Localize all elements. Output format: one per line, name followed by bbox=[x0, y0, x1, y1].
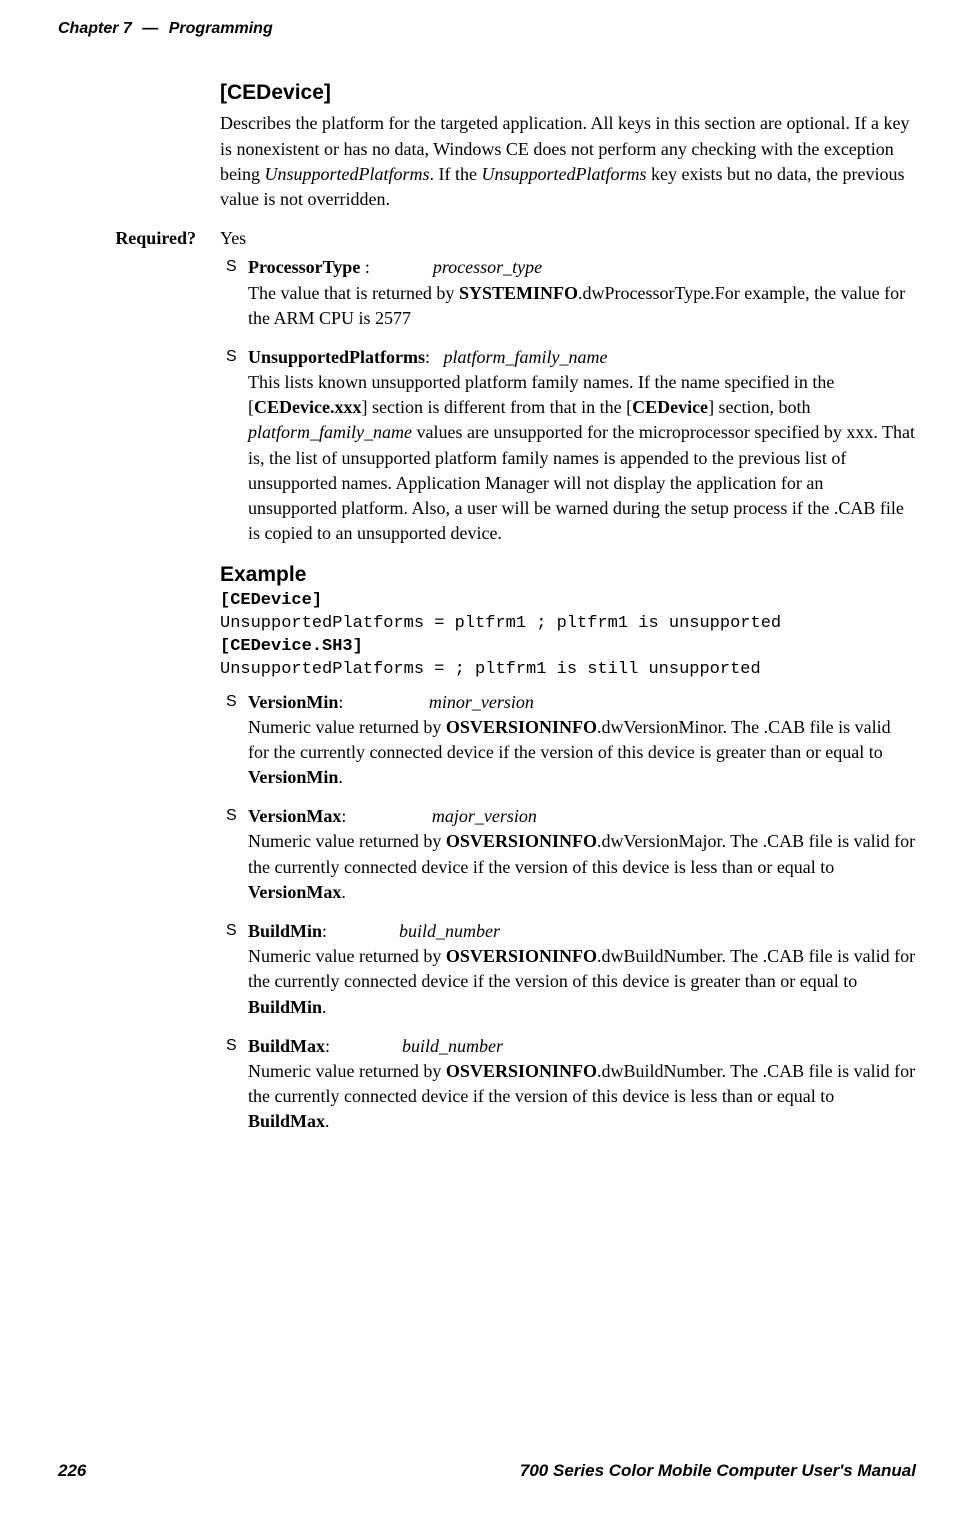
colon: : bbox=[341, 806, 346, 826]
code-line-2: UnsupportedPlatforms = pltfrm1 ; pltfrm1… bbox=[220, 614, 781, 633]
colon: : bbox=[322, 921, 327, 941]
code-line-3: [CEDevice.SH3] bbox=[220, 637, 363, 656]
key-value: build_number bbox=[402, 1036, 503, 1056]
bullet-desc: Numeric value returned by OSVERSIONINFO.… bbox=[248, 717, 891, 787]
bullet-desc: Numeric value returned by OSVERSIONINFO.… bbox=[248, 1061, 915, 1131]
header-sep: — bbox=[142, 20, 158, 37]
bullet-build-max: BuildMax: build_number Numeric value ret… bbox=[220, 1034, 916, 1135]
required-value: Yes bbox=[220, 228, 246, 248]
bullet-unsupported-platforms: UnsupportedPlatforms: platform_family_na… bbox=[220, 345, 916, 547]
bullet-processor-type: ProcessorType : processor_type The value… bbox=[220, 255, 916, 331]
bullet-desc: Numeric value returned by OSVERSIONINFO.… bbox=[248, 831, 915, 901]
bullet-build-min: BuildMin: build_number Numeric value ret… bbox=[220, 919, 916, 1020]
bullet-version-max: VersionMax: major_version Numeric value … bbox=[220, 804, 916, 905]
content-area: [CEDevice] Describes the platform for th… bbox=[58, 78, 916, 1429]
key-name: VersionMax bbox=[248, 806, 341, 826]
required-label: Required? bbox=[115, 228, 196, 248]
bullets-list-2: VersionMin: minor_version Numeric value … bbox=[220, 690, 916, 1135]
bullet-desc: This lists known unsupported platform fa… bbox=[248, 372, 915, 543]
key-value: processor_type bbox=[433, 257, 542, 277]
bullets-list-1: ProcessorType : processor_type The value… bbox=[220, 255, 916, 546]
bullet-desc: Numeric value returned by OSVERSIONINFO.… bbox=[248, 946, 915, 1016]
key-name: BuildMin bbox=[248, 921, 322, 941]
example-title: Example bbox=[220, 560, 916, 589]
header-title: Programming bbox=[169, 20, 273, 37]
manual-title: 700 Series Color Mobile Computer User's … bbox=[520, 1459, 916, 1483]
page-header: Chapter 7 — Programming bbox=[58, 18, 273, 40]
key-value: major_version bbox=[432, 806, 537, 826]
key-value: build_number bbox=[399, 921, 500, 941]
bullet-version-min: VersionMin: minor_version Numeric value … bbox=[220, 690, 916, 791]
colon: : bbox=[360, 257, 370, 277]
colon: : bbox=[325, 1036, 330, 1056]
bullet-desc: The value that is returned by SYSTEMINFO… bbox=[248, 283, 905, 328]
key-name: BuildMax bbox=[248, 1036, 325, 1056]
section-body: Describes the platform for the targeted … bbox=[220, 111, 916, 212]
key-name: UnsupportedPlatforms bbox=[248, 347, 425, 367]
page-number: 226 bbox=[58, 1459, 86, 1483]
key-value: platform_family_name bbox=[444, 347, 608, 367]
key-value: minor_version bbox=[429, 692, 534, 712]
key-name: ProcessorType bbox=[248, 257, 360, 277]
key-name: VersionMin bbox=[248, 692, 338, 712]
colon: : bbox=[338, 692, 343, 712]
header-chapter: Chapter 7 bbox=[58, 20, 132, 37]
example-code: [CEDevice] UnsupportedPlatforms = pltfrm… bbox=[220, 590, 916, 682]
code-line-1: [CEDevice] bbox=[220, 591, 322, 610]
page-footer: 226 700 Series Color Mobile Computer Use… bbox=[58, 1459, 916, 1483]
section-title: [CEDevice] bbox=[220, 78, 916, 107]
colon: : bbox=[425, 347, 430, 367]
code-line-4: UnsupportedPlatforms = ; pltfrm1 is stil… bbox=[220, 660, 761, 679]
